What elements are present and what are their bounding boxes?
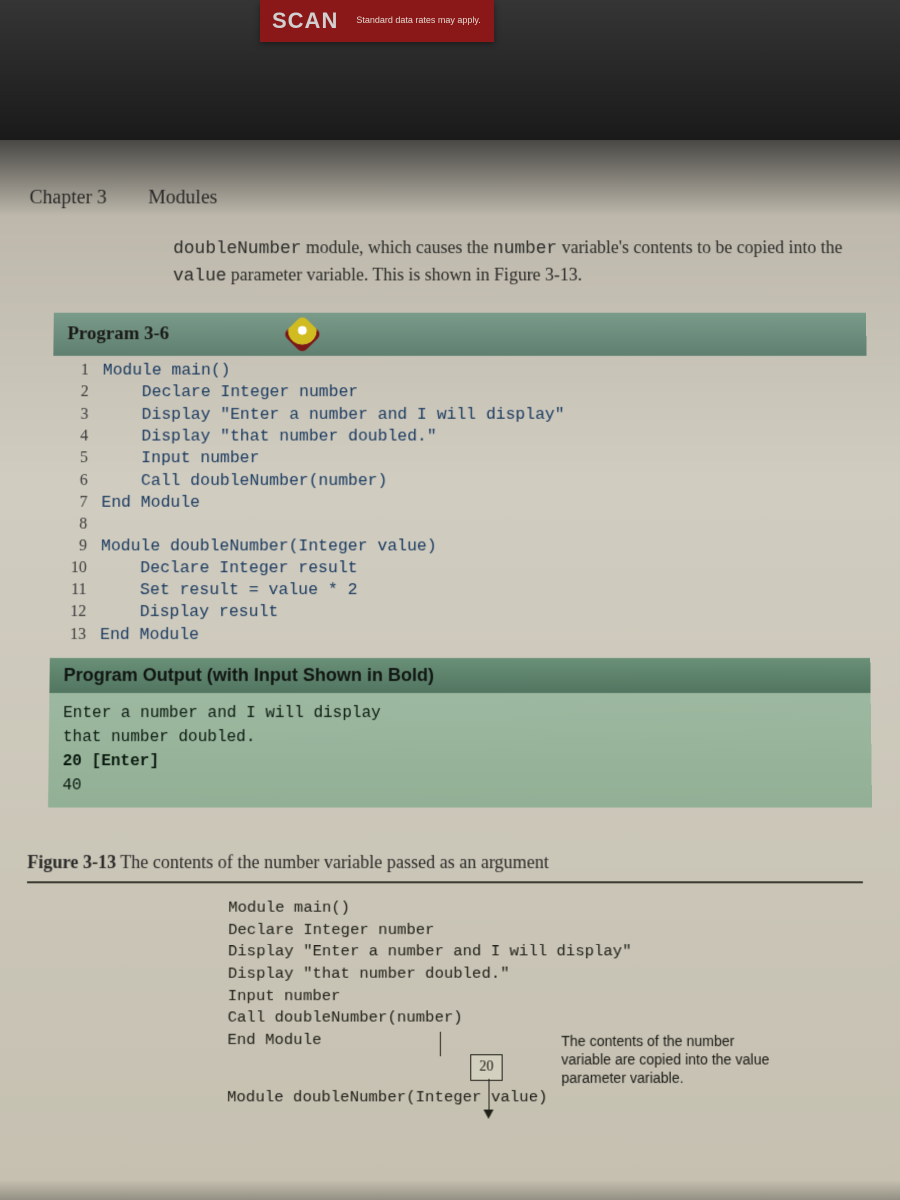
scan-title: SCAN <box>272 8 338 34</box>
kw-number: number <box>493 239 557 259</box>
arrow-head-icon <box>483 1110 493 1119</box>
figure-rule <box>27 881 863 883</box>
scan-banner: SCAN Standard data rates may apply. <box>260 0 494 42</box>
value-box: 20 <box>470 1054 502 1080</box>
kw-value: value <box>173 267 227 287</box>
output-line: 40 <box>62 773 858 797</box>
output-line: that number doubled. <box>63 725 857 749</box>
arrow-line <box>440 1032 441 1057</box>
scan-subtitle: Standard data rates may apply. <box>356 16 480 26</box>
output-line: 20 [Enter] <box>63 749 858 773</box>
figure-number: Figure 3-13 <box>27 852 116 872</box>
chapter-number: Chapter 3 <box>29 187 107 209</box>
output-block: Enter a number and I will display that n… <box>48 693 872 808</box>
arrow-line <box>488 1079 489 1112</box>
hand-icon <box>282 315 321 354</box>
program-label: Program 3-6 <box>67 324 169 346</box>
output-header: Program Output (with Input Shown in Bold… <box>49 658 870 693</box>
page-fade <box>0 1180 900 1200</box>
body-paragraph: doubleNumber module, which causes the nu… <box>173 235 856 290</box>
figure-caption: Figure 3-13 The contents of the number v… <box>27 852 873 873</box>
figure-annotation: The contents of the number variable are … <box>561 1032 784 1088</box>
program-header: Program 3-6 <box>53 313 866 356</box>
page-content: Chapter 3 Modules doubleNumber module, w… <box>0 150 900 1200</box>
chapter-heading: Chapter 3 Modules <box>29 187 864 209</box>
output-line: Enter a number and I will display <box>63 701 857 725</box>
kw-doublenumber: doubleNumber <box>173 239 301 259</box>
code-listing: 1Module main() 2 Declare Integer number … <box>50 360 870 646</box>
figure-code: Module main() Declare Integer number Dis… <box>227 897 876 1109</box>
chapter-title: Modules <box>148 187 217 209</box>
